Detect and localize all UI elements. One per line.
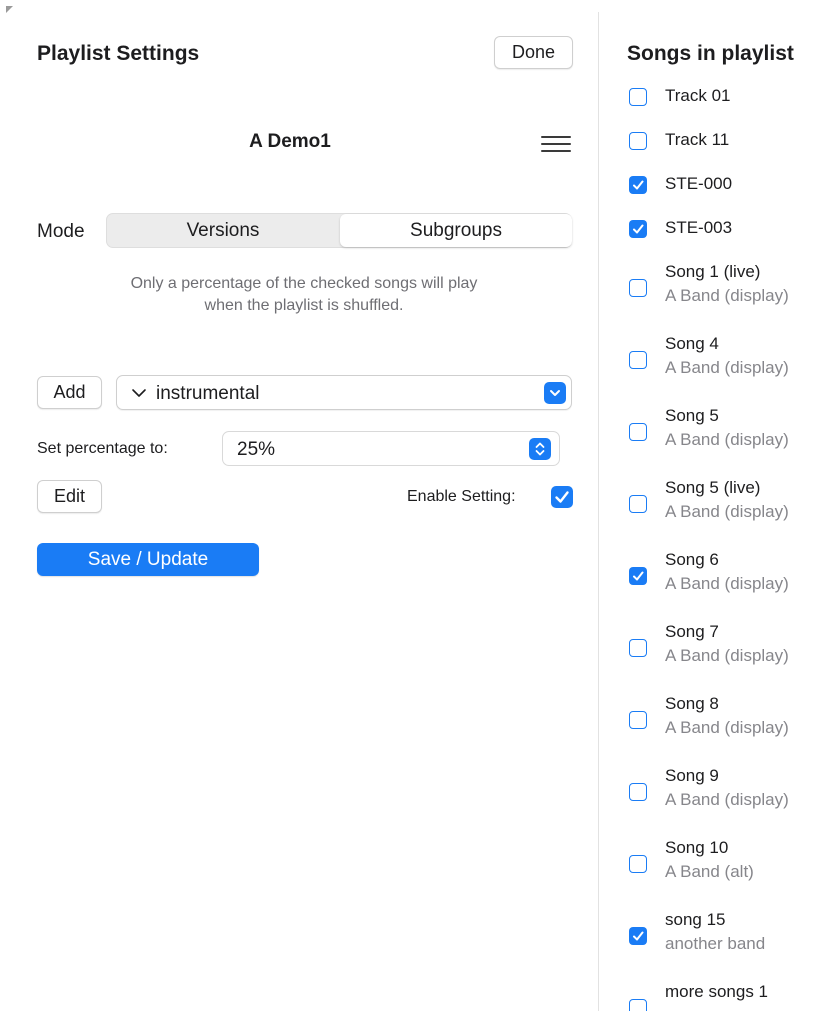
song-checkbox[interactable] xyxy=(629,783,647,801)
song-list-item[interactable]: song 15 another band xyxy=(599,910,819,970)
percentage-value: 25% xyxy=(237,439,276,460)
save-update-button[interactable]: Save / Update xyxy=(37,543,259,576)
song-title: more songs 1 xyxy=(665,982,768,1001)
enable-setting-label: Enable Setting: xyxy=(407,488,516,505)
dropdown-chevron-icon[interactable] xyxy=(544,382,566,404)
song-title: song 15 xyxy=(665,910,726,929)
song-checkbox[interactable] xyxy=(629,132,647,150)
song-list-item[interactable]: STE-003 xyxy=(599,218,819,248)
song-list-item[interactable]: Song 5 (live) A Band (display) xyxy=(599,478,819,538)
song-artist: another band xyxy=(665,934,766,953)
done-button[interactable]: Done xyxy=(494,36,573,69)
playlist-name: A Demo1 xyxy=(249,131,331,152)
song-title: Song 6 xyxy=(665,550,719,569)
song-artist: A Band (display) xyxy=(665,574,789,593)
song-checkbox[interactable] xyxy=(629,855,647,873)
info-text-line-1: Only a percentage of the checked songs w… xyxy=(130,275,478,292)
song-title: Song 5 xyxy=(665,406,719,425)
song-artist: A Band (display) xyxy=(665,358,789,377)
mode-option-subgroups[interactable]: Subgroups xyxy=(340,214,572,247)
song-title: Song 4 xyxy=(665,334,719,353)
edit-button[interactable]: Edit xyxy=(37,480,102,513)
song-list-item[interactable]: Song 7 A Band (display) xyxy=(599,622,819,682)
mode-segmented-control: Versions Subgroups xyxy=(106,213,572,248)
song-list-item[interactable]: Song 5 A Band (display) xyxy=(599,406,819,466)
subgroup-dropdown[interactable]: instrumental xyxy=(116,375,572,410)
song-checkbox[interactable] xyxy=(629,88,647,106)
song-list-item[interactable]: STE-000 xyxy=(599,174,819,204)
checkmark-icon xyxy=(633,180,644,190)
song-checkbox[interactable] xyxy=(629,927,647,945)
song-list-item[interactable]: Track 11 xyxy=(599,130,819,160)
checkmark-icon xyxy=(633,224,644,234)
chevron-down-icon xyxy=(132,389,146,397)
song-checkbox[interactable] xyxy=(629,220,647,238)
song-checkbox[interactable] xyxy=(629,639,647,657)
checkmark-icon xyxy=(633,931,644,941)
percentage-select[interactable]: 25% xyxy=(222,431,560,466)
song-list-item[interactable]: Song 9 A Band (display) xyxy=(599,766,819,826)
song-artist: A Band (display) xyxy=(665,790,789,809)
song-checkbox[interactable] xyxy=(629,351,647,369)
song-list-item[interactable]: Track 01 xyxy=(599,86,819,116)
song-list-item[interactable]: Song 8 A Band (display) xyxy=(599,694,819,754)
playlist-settings-panel: Playlist Settings Done A Demo1 Mode Vers… xyxy=(0,0,598,1011)
song-checkbox[interactable] xyxy=(629,999,647,1011)
song-checkbox[interactable] xyxy=(629,423,647,441)
song-title: STE-003 xyxy=(665,218,733,237)
song-title: Song 10 xyxy=(665,838,729,857)
song-title: STE-000 xyxy=(665,174,733,193)
mode-option-versions[interactable]: Versions xyxy=(107,214,339,247)
song-checkbox[interactable] xyxy=(629,711,647,729)
song-artist: A Band (display) xyxy=(665,502,789,521)
info-text: Only a percentage of the checked songs w… xyxy=(60,273,548,317)
song-checkbox[interactable] xyxy=(629,176,647,194)
song-artist: A Band (alt) xyxy=(665,862,754,881)
song-checkbox[interactable] xyxy=(629,495,647,513)
percentage-label: Set percentage to: xyxy=(37,440,168,457)
song-list-item[interactable]: Song 1 (live) A Band (display) xyxy=(599,262,819,322)
song-title: Track 01 xyxy=(665,86,731,105)
song-list-item[interactable]: Song 6 A Band (display) xyxy=(599,550,819,610)
add-button[interactable]: Add xyxy=(37,376,102,409)
info-text-line-2: when the playlist is shuffled. xyxy=(204,297,404,314)
song-list-item[interactable]: more songs 1 xyxy=(599,982,819,1011)
song-checkbox[interactable] xyxy=(629,567,647,585)
subgroup-value: instrumental xyxy=(156,383,260,404)
page-title: Playlist Settings xyxy=(37,42,200,65)
song-title: Song 9 xyxy=(665,766,719,785)
song-artist: A Band (display) xyxy=(665,718,789,737)
enable-setting-checkbox[interactable] xyxy=(551,486,573,508)
song-title: Song 7 xyxy=(665,622,719,641)
song-list-item[interactable]: Song 4 A Band (display) xyxy=(599,334,819,394)
song-title: Song 8 xyxy=(665,694,719,713)
mode-label: Mode xyxy=(37,221,85,242)
song-artist: A Band (display) xyxy=(665,646,789,665)
up-down-chevron-icon[interactable] xyxy=(529,438,551,460)
song-checkbox[interactable] xyxy=(629,279,647,297)
song-list-item[interactable]: Song 10 A Band (alt) xyxy=(599,838,819,898)
checkmark-icon xyxy=(633,571,644,581)
song-artist: A Band (display) xyxy=(665,430,789,449)
hamburger-icon[interactable] xyxy=(541,136,571,152)
song-title: Song 1 (live) xyxy=(665,262,761,281)
checkmark-icon xyxy=(555,491,569,503)
song-list: Track 01 Track 11 STE-000 STE-003 Song 1 (li… xyxy=(599,0,819,1011)
song-title: Track 11 xyxy=(665,130,730,149)
song-title: Song 5 (live) xyxy=(665,478,761,497)
song-artist: A Band (display) xyxy=(665,286,789,305)
